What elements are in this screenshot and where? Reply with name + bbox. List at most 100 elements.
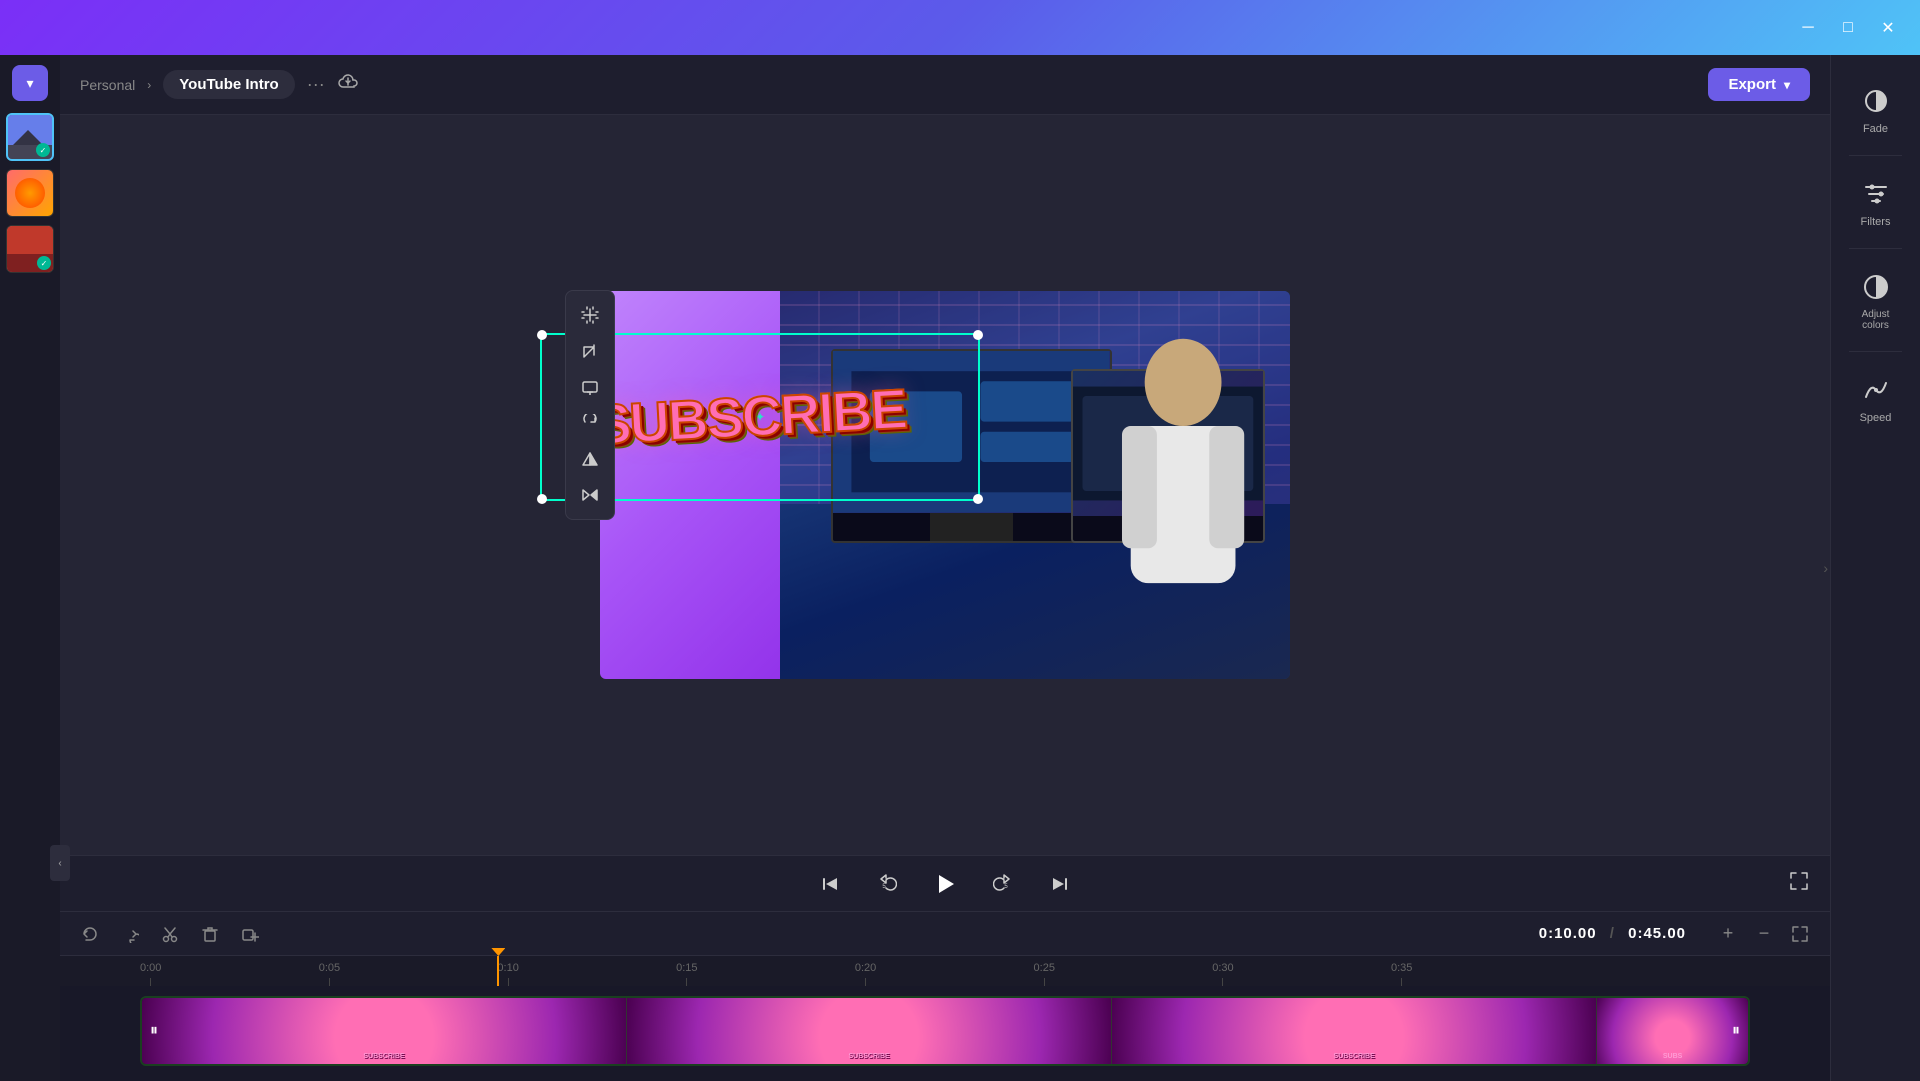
fit-timeline-button[interactable] bbox=[1786, 920, 1814, 948]
ruler-mark-4: 0:20 bbox=[855, 962, 876, 986]
app-container: ▾ ✓ ✓ bbox=[0, 55, 1920, 1081]
ruler-mark-0: 0:00 bbox=[140, 962, 161, 986]
adjust-colors-label: Adjust colors bbox=[1848, 309, 1904, 331]
right-panel-collapse-button[interactable]: › bbox=[1823, 560, 1828, 576]
filters-tool[interactable]: Filters bbox=[1844, 168, 1908, 236]
gamer-person bbox=[1076, 330, 1290, 679]
undo-button[interactable] bbox=[76, 920, 104, 948]
zoom-out-button[interactable]: − bbox=[1750, 920, 1778, 948]
minimize-button[interactable]: ─ bbox=[1796, 16, 1820, 40]
time-separator: / bbox=[1610, 925, 1615, 942]
current-time: 0:10.00 bbox=[1539, 925, 1597, 942]
delete-button[interactable] bbox=[196, 920, 224, 948]
project-title[interactable]: YouTube Intro bbox=[163, 70, 294, 99]
ruler-mark-2: 0:10 bbox=[497, 962, 518, 986]
canvas-area: 16:9 bbox=[60, 115, 1830, 855]
main-clip[interactable]: ⏸ SUBSCRIBE SUBSCRIBE SUBSCRIBE bbox=[140, 996, 1750, 1066]
filters-icon bbox=[1858, 176, 1894, 212]
timeline-toolbar: 0:10.00 / 0:45.00 + − bbox=[60, 912, 1830, 956]
thumbnail-check-3: ✓ bbox=[37, 256, 51, 270]
ruler-mark-1: 0:05 bbox=[319, 962, 340, 986]
speed-label: Speed bbox=[1860, 412, 1892, 424]
rewind-5s-button[interactable]: 5 bbox=[868, 866, 904, 902]
timeline-section: 0:10.00 / 0:45.00 + − bbox=[60, 911, 1830, 1081]
screen-tool-button[interactable] bbox=[574, 371, 606, 403]
ruler-mark-7: 0:35 bbox=[1391, 962, 1412, 986]
chevron-down-icon: ▾ bbox=[26, 75, 33, 92]
main-track-row: ⏸ SUBSCRIBE SUBSCRIBE SUBSCRIBE bbox=[140, 996, 1750, 1072]
clip-thumbnails: SUBSCRIBE SUBSCRIBE SUBSCRIBE SUBS bbox=[142, 998, 1748, 1064]
filters-label: Filters bbox=[1861, 216, 1891, 228]
clip-thumb-text-3: SUBSCRIBE bbox=[1334, 1053, 1375, 1060]
add-clip-button[interactable] bbox=[236, 920, 264, 948]
thumbnail-item-2[interactable] bbox=[6, 169, 54, 217]
panel-divider-2 bbox=[1849, 248, 1902, 249]
fade-icon bbox=[1858, 83, 1894, 119]
redo-button[interactable] bbox=[116, 920, 144, 948]
ruler-mark-6: 0:30 bbox=[1212, 962, 1233, 986]
header: Personal › YouTube Intro ··· Export ▾ bbox=[60, 55, 1830, 115]
maximize-button[interactable]: □ bbox=[1836, 16, 1860, 40]
thumbnail-item-1[interactable]: ✓ bbox=[6, 113, 54, 161]
thumbnail-check-1: ✓ bbox=[36, 143, 50, 157]
clip-thumb-2: SUBSCRIBE bbox=[627, 998, 1112, 1064]
playback-controls: 5 5 bbox=[60, 855, 1830, 911]
video-preview: ✦ SUBSCRIBE bbox=[600, 291, 1290, 679]
clip-pause-left[interactable]: ⏸ bbox=[150, 1022, 158, 1040]
adjust-colors-icon bbox=[1858, 269, 1894, 305]
zoom-controls: + − bbox=[1714, 920, 1814, 948]
adjust-colors-tool[interactable]: Adjust colors bbox=[1844, 261, 1908, 339]
ruler-marks: 0:00 0:05 0:10 0:15 bbox=[140, 956, 1750, 986]
fullscreen-button[interactable] bbox=[1788, 870, 1810, 897]
transform-tool-button[interactable] bbox=[574, 299, 606, 331]
crop-tool-button[interactable] bbox=[574, 335, 606, 367]
export-label: Export bbox=[1728, 76, 1776, 93]
skip-to-end-button[interactable] bbox=[1042, 866, 1078, 902]
timeline-time-display: 0:10.00 / 0:45.00 bbox=[1539, 925, 1686, 942]
export-button[interactable]: Export ▾ bbox=[1708, 68, 1810, 101]
skip-to-start-button[interactable] bbox=[812, 866, 848, 902]
fade-label: Fade bbox=[1863, 123, 1888, 135]
playhead-line[interactable] bbox=[497, 956, 499, 986]
rotate-tool-button[interactable] bbox=[574, 407, 606, 439]
forward-5s-button[interactable]: 5 bbox=[986, 866, 1022, 902]
sidebar-collapse-button[interactable]: ‹ bbox=[50, 845, 70, 881]
ruler-mark-3: 0:15 bbox=[676, 962, 697, 986]
speed-tool[interactable]: Speed bbox=[1844, 364, 1908, 432]
breadcrumb-arrow: › bbox=[147, 78, 151, 92]
flip-tool-button[interactable] bbox=[574, 443, 606, 475]
svg-text:5: 5 bbox=[882, 884, 886, 890]
header-menu-icon[interactable]: ··· bbox=[307, 74, 325, 95]
sidebar-toggle[interactable]: ▾ bbox=[12, 65, 48, 101]
timeline-tracks: ⏸ SUBSCRIBE SUBSCRIBE SUBSCRIBE bbox=[60, 986, 1830, 1081]
edit-toolbar bbox=[565, 290, 615, 520]
timeline-ruler[interactable]: 0:00 0:05 0:10 0:15 bbox=[60, 956, 1830, 986]
close-button[interactable]: ✕ bbox=[1876, 16, 1900, 40]
title-bar: ─ □ ✕ bbox=[0, 0, 1920, 55]
selection-handle-tl[interactable] bbox=[537, 330, 547, 340]
panel-divider-1 bbox=[1849, 155, 1902, 156]
play-pause-button[interactable] bbox=[924, 863, 966, 905]
export-arrow-icon: ▾ bbox=[1784, 78, 1790, 92]
ruler-mark-5: 0:25 bbox=[1034, 962, 1055, 986]
panel-divider-3 bbox=[1849, 351, 1902, 352]
breadcrumb-personal[interactable]: Personal bbox=[80, 77, 135, 93]
selection-handle-bl[interactable] bbox=[537, 494, 547, 504]
clip-thumb-text-2: SUBSCRIBE bbox=[848, 1053, 889, 1060]
clip-thumb-1: SUBSCRIBE bbox=[142, 998, 627, 1064]
fade-tool[interactable]: Fade bbox=[1844, 75, 1908, 143]
clip-pause-right[interactable]: ⏸ bbox=[1732, 1022, 1740, 1040]
right-panel: Fade Filters bbox=[1830, 55, 1920, 1081]
zoom-in-button[interactable]: + bbox=[1714, 920, 1742, 948]
main-content: Personal › YouTube Intro ··· Export ▾ 16… bbox=[60, 55, 1830, 1081]
cut-button[interactable] bbox=[156, 920, 184, 948]
thumbnail-item-3[interactable]: ✓ bbox=[6, 225, 54, 273]
title-bar-controls: ─ □ ✕ bbox=[1796, 16, 1900, 40]
clip-thumb-4: SUBS bbox=[1597, 998, 1748, 1064]
cloud-sync-icon[interactable] bbox=[337, 71, 359, 98]
speed-icon bbox=[1858, 372, 1894, 408]
left-sidebar: ▾ ✓ ✓ bbox=[0, 55, 60, 1081]
subscribe-text: SUBSCRIBE bbox=[593, 375, 908, 456]
clip-thumb-text-4: SUBS bbox=[1663, 1053, 1682, 1060]
mirror-tool-button[interactable] bbox=[574, 479, 606, 511]
